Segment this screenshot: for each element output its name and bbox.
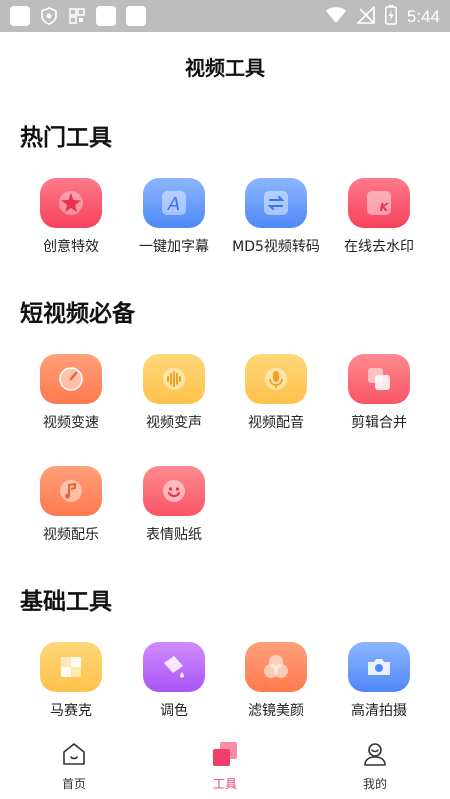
sparkle-star-icon xyxy=(40,178,102,228)
svg-text:A: A xyxy=(167,194,180,215)
profile-icon xyxy=(360,739,390,769)
battery-charging-icon xyxy=(384,5,397,29)
tool-label: 视频配音 xyxy=(248,415,304,431)
filter-circles-icon xyxy=(245,642,307,692)
tool-voice-change[interactable]: 视频变声 xyxy=(124,354,224,432)
section-title-basic-tools: 基础工具 xyxy=(20,589,112,615)
microphone-icon xyxy=(245,354,307,404)
tool-label: 一键加字幕 xyxy=(139,239,209,255)
tool-label: 调色 xyxy=(160,703,188,719)
tool-hd-capture[interactable]: 高清拍摄 xyxy=(329,642,429,720)
tool-label: 滤镜美颜 xyxy=(248,703,304,719)
shield-icon xyxy=(40,7,58,25)
swap-arrows-icon xyxy=(245,178,307,228)
tool-label: 在线去水印 xyxy=(344,239,414,255)
home-icon xyxy=(59,739,89,769)
tool-mosaic[interactable]: 马赛克 xyxy=(21,642,121,720)
letter-a-icon: A xyxy=(143,178,205,228)
wifi-icon xyxy=(325,6,347,28)
nav-label: 首页 xyxy=(61,777,86,791)
grid-apps-icon xyxy=(68,7,86,25)
paint-bucket-icon xyxy=(143,642,205,692)
tool-remove-watermark[interactable]: K 在线去水印 xyxy=(329,178,429,256)
tool-label: 剪辑合并 xyxy=(351,415,407,431)
tool-label: 视频变声 xyxy=(146,415,202,431)
tool-video-speed[interactable]: 视频变速 xyxy=(21,354,121,432)
tool-label: 创意特效 xyxy=(43,239,99,255)
tools-cards-icon xyxy=(210,739,240,769)
tool-clip-merge[interactable]: 剪辑合并 xyxy=(329,354,429,432)
music-note-icon xyxy=(40,466,102,516)
nav-item-tools[interactable]: 工具 xyxy=(175,735,275,792)
tool-label: 高清拍摄 xyxy=(351,703,407,719)
tool-stickers[interactable]: 表情贴纸 xyxy=(124,466,224,544)
notification-square-icon xyxy=(10,6,30,26)
section-title-short-video-essentials: 短视频必备 xyxy=(20,301,135,327)
tool-label: 表情贴纸 xyxy=(146,527,202,543)
overlap-squares-icon xyxy=(348,354,410,404)
status-notifications xyxy=(10,6,146,26)
notification-square-icon xyxy=(96,6,116,26)
tool-label: 视频变速 xyxy=(43,415,99,431)
notification-square-icon xyxy=(126,6,146,26)
nav-label: 我的 xyxy=(362,777,387,791)
tool-add-subtitles[interactable]: A 一键加字幕 xyxy=(124,178,224,256)
camera-icon xyxy=(348,642,410,692)
status-bar: 5:44 xyxy=(0,0,450,32)
svg-text:K: K xyxy=(380,201,390,214)
nav-item-profile[interactable]: 我的 xyxy=(325,735,425,792)
tool-dubbing[interactable]: 视频配音 xyxy=(226,354,326,432)
mosaic-icon xyxy=(40,642,102,692)
nav-item-home[interactable]: 首页 xyxy=(24,735,124,792)
tool-color-grading[interactable]: 调色 xyxy=(124,642,224,720)
status-time: 5:44 xyxy=(406,7,440,26)
tool-label: 视频配乐 xyxy=(43,527,99,543)
section-title-hot-tools: 热门工具 xyxy=(20,125,112,151)
tool-filters-beauty[interactable]: 滤镜美颜 xyxy=(226,642,326,720)
bottom-nav: 首页 工具 我的 xyxy=(0,735,450,799)
nav-label: 工具 xyxy=(212,777,237,791)
no-signal-icon xyxy=(355,5,375,28)
tool-label: 马赛克 xyxy=(50,703,92,719)
tool-background-music[interactable]: 视频配乐 xyxy=(21,466,121,544)
page-title: 视频工具 xyxy=(185,56,265,80)
sound-wave-icon xyxy=(143,354,205,404)
tool-label: MD5视频转码 xyxy=(232,239,320,255)
smiley-face-icon xyxy=(143,466,205,516)
speedometer-icon xyxy=(40,354,102,404)
tool-md5-transcode[interactable]: MD5视频转码 xyxy=(226,178,326,256)
tool-creative-effects[interactable]: 创意特效 xyxy=(21,178,121,256)
watermark-k-icon: K xyxy=(348,178,410,228)
status-system: 5:44 xyxy=(325,5,440,29)
